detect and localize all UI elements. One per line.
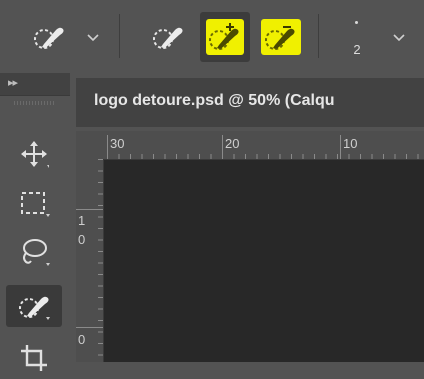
separator — [119, 14, 120, 58]
toolbox-panel: ▸▸ — [0, 73, 70, 371]
move-tool[interactable] — [6, 133, 62, 175]
document-canvas[interactable] — [104, 160, 424, 362]
quick-selection-icon — [19, 296, 50, 320]
ruler-label: 1 — [78, 213, 86, 228]
ruler-label: 0 — [78, 232, 86, 247]
tool-preset-picker[interactable] — [28, 20, 70, 54]
options-bar: 2 — [0, 0, 424, 73]
crop-tool[interactable] — [6, 337, 62, 379]
highlight-marker — [206, 19, 244, 55]
lasso-tool[interactable] — [6, 231, 62, 273]
brush-size-value: 2 — [353, 42, 361, 57]
lasso-icon — [23, 239, 50, 266]
new-selection-brush-icon — [153, 27, 183, 49]
ruler-label: 20 — [225, 136, 240, 151]
chevron-down-icon[interactable] — [392, 33, 406, 43]
toolbox-header[interactable]: ▸▸ — [0, 73, 70, 96]
ruler-minor-ticks — [98, 159, 103, 362]
add-to-selection-brush-icon — [209, 23, 239, 50]
marquee-tool[interactable] — [6, 182, 62, 224]
quick-selection-tool[interactable] — [6, 285, 62, 327]
ruler-label: 10 — [343, 136, 358, 151]
subtract-from-selection-button[interactable] — [256, 12, 306, 62]
new-selection-button[interactable] — [146, 18, 190, 56]
panel-grip[interactable] — [14, 101, 54, 105]
document-tab[interactable]: logo detoure.psd @ 50% (Calqu — [76, 78, 424, 127]
add-to-selection-button[interactable] — [200, 12, 250, 62]
subtract-from-selection-brush-icon — [265, 26, 295, 50]
ruler-label: 30 — [110, 136, 125, 151]
chevron-down-icon[interactable] — [86, 33, 100, 43]
document-tab-title: logo detoure.psd @ 50% (Calqu — [94, 92, 335, 109]
vertical-ruler[interactable]: 1 0 0 — [76, 159, 104, 362]
brush-size-picker[interactable]: 2 — [337, 12, 377, 64]
horizontal-ruler[interactable]: 30 20 10 — [76, 131, 424, 160]
brush-tip-preview — [355, 21, 358, 24]
marquee-icon — [21, 192, 50, 217]
quick-selection-brush-icon — [34, 27, 64, 49]
move-icon — [21, 141, 49, 168]
ruler-label: 0 — [78, 332, 86, 347]
ruler-minor-ticks — [107, 154, 424, 159]
highlight-marker — [261, 19, 301, 55]
crop-icon — [21, 345, 47, 371]
collapse-arrows-icon[interactable]: ▸▸ — [8, 76, 18, 89]
separator — [318, 14, 319, 58]
